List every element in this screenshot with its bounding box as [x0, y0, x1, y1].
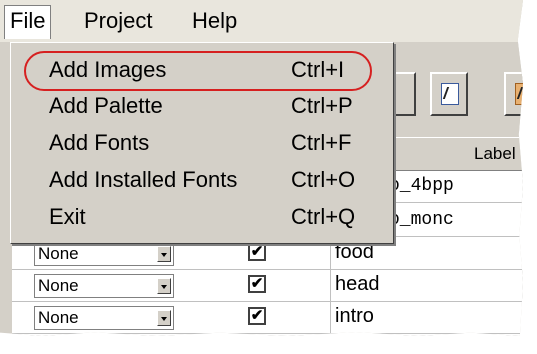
menu-item-shortcut: Ctrl+Q — [291, 204, 356, 229]
type-combobox[interactable]: None — [34, 306, 174, 330]
table-row[interactable]: None ✔ intro — [12, 302, 523, 334]
row-checkbox[interactable]: ✔ — [248, 243, 266, 261]
highlight-ring — [24, 51, 372, 91]
row-checkbox[interactable]: ✔ — [248, 307, 266, 325]
menu-item-shortcut: Ctrl+P — [291, 93, 353, 118]
font-icon — [441, 83, 459, 105]
row-label: head — [335, 273, 380, 295]
type-combobox[interactable]: None — [34, 242, 174, 266]
menu-item-add-fonts[interactable]: Add Fonts Ctrl+F — [11, 126, 393, 162]
menu-item-add-palette[interactable]: Add Palette Ctrl+P — [11, 89, 393, 125]
toolbar-button-font[interactable] — [430, 72, 468, 116]
column-divider — [330, 270, 331, 301]
column-divider — [330, 302, 331, 333]
combo-value: None — [38, 308, 79, 327]
menu-item-label: Add Installed Fonts — [49, 167, 238, 192]
menu-file[interactable]: File — [4, 5, 52, 39]
chevron-down-icon[interactable] — [157, 310, 171, 326]
menu-bar: File Project Help — [0, 0, 523, 42]
table-row[interactable]: None ✔ head — [12, 270, 523, 302]
menu-item-label: Add Fonts — [49, 130, 150, 155]
application-window: File Project Help Label rPhoto_4bpp rPho… — [0, 0, 523, 336]
type-combobox[interactable]: None — [34, 274, 174, 298]
menu-project[interactable]: Project — [78, 5, 158, 37]
column-header-label[interactable]: Label — [474, 144, 516, 164]
palette-icon — [515, 83, 523, 105]
menu-help[interactable]: Help — [186, 5, 243, 37]
combo-value: None — [38, 276, 79, 295]
chevron-down-icon[interactable] — [157, 246, 171, 262]
menu-item-shortcut: Ctrl+F — [291, 130, 352, 155]
menu-item-add-installed-fonts[interactable]: Add Installed Fonts Ctrl+O — [11, 163, 393, 199]
chevron-down-icon[interactable] — [157, 278, 171, 294]
menu-item-label: Exit — [49, 204, 86, 229]
row-label: intro — [335, 305, 374, 327]
row-checkbox[interactable]: ✔ — [248, 275, 266, 293]
combo-value: None — [38, 244, 79, 263]
menu-item-label: Add Palette — [49, 93, 163, 118]
menu-item-shortcut: Ctrl+O — [291, 167, 356, 192]
row-label: food — [335, 241, 374, 263]
toolbar-button-3[interactable] — [504, 72, 523, 116]
menu-item-exit[interactable]: Exit Ctrl+Q — [11, 200, 393, 236]
